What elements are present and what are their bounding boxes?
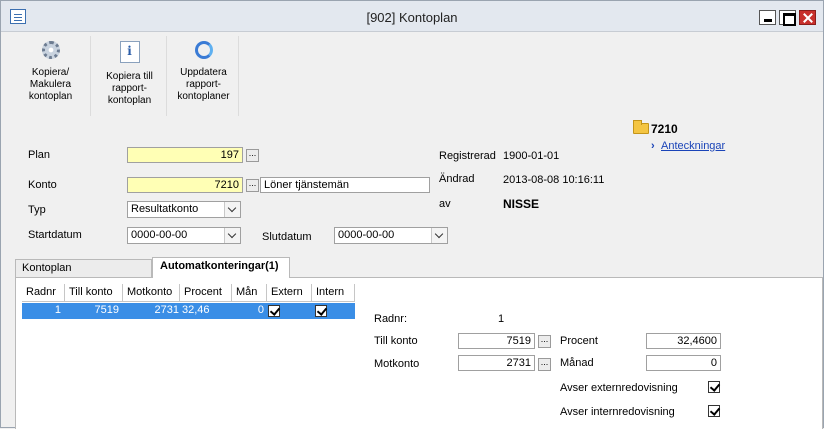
konto-name-input[interactable]: Löner tjänstemän [260, 177, 430, 193]
account-code: 7210 [651, 122, 678, 136]
registrerad-value: 1900-01-01 [503, 150, 560, 162]
tab-strip: Kontoplan Automatkonteringar(1) [15, 257, 823, 278]
close-button[interactable] [799, 10, 816, 25]
registrerad-label: Registrerad [439, 150, 496, 162]
info-document-icon [119, 41, 140, 63]
chevron-down-icon[interactable] [224, 202, 240, 217]
detail-motkonto-lookup-button[interactable]: ... [538, 358, 551, 371]
update-report-plans-label: Uppdatera rapport- kontoplaner [177, 67, 230, 102]
startdatum-picker[interactable]: 0000-00-00 [127, 227, 241, 244]
copy-void-plan-label: Kopiera/ Makulera kontoplan [28, 67, 73, 102]
chevron-down-icon[interactable] [431, 228, 447, 243]
typ-label: Typ [28, 204, 46, 216]
slutdatum-label: Slutdatum [262, 231, 312, 243]
detail-intern-label: Avser internredovisning [560, 406, 675, 418]
column-header-intern[interactable]: Intern [312, 284, 355, 302]
copy-to-report-plan-label: Kopiera till rapport- kontoplan [106, 71, 153, 106]
column-header-till-konto[interactable]: Till konto [65, 284, 123, 302]
tab-kontoplan[interactable]: Kontoplan [15, 259, 152, 278]
cell-till-konto: 7519 [94, 304, 119, 316]
extern-checkbox[interactable] [708, 381, 720, 393]
plan-label: Plan [28, 149, 51, 161]
detail-till-konto-label: Till konto [374, 335, 418, 347]
cell-extern-checkbox[interactable] [268, 305, 280, 317]
detail-motkonto-label: Motkonto [374, 358, 420, 370]
andrad-label: Ändrad [439, 173, 475, 185]
detail-motkonto-input[interactable]: 2731 [458, 355, 535, 371]
detail-extern-label: Avser externredovisning [560, 382, 678, 394]
gear-copy-icon [41, 41, 60, 59]
konto-input[interactable]: 7210 [127, 177, 243, 193]
minimize-button[interactable] [759, 10, 776, 25]
konto-lookup-button[interactable]: ... [246, 179, 259, 192]
chevron-right-icon: › [651, 140, 655, 152]
title-bar: [902] Kontoplan [1, 1, 823, 32]
detail-radnr-label: Radnr: [374, 313, 408, 325]
maximize-button[interactable] [779, 10, 796, 26]
konto-label: Konto [28, 179, 57, 191]
cell-procent: 32,46 [182, 304, 210, 316]
chevron-down-icon[interactable] [224, 228, 240, 243]
column-header-radnr[interactable]: Radnr [22, 284, 65, 302]
detail-till-konto-input[interactable]: 7519 [458, 333, 535, 349]
toolbar: Kopiera/ Makulera kontoplan Kopiera till… [1, 33, 823, 119]
window-title: [902] Kontoplan [366, 10, 458, 25]
cell-motkonto: 2731 [154, 304, 179, 316]
detail-procent-input[interactable]: 32,4600 [646, 333, 721, 349]
typ-select[interactable]: Resultatkonto [127, 201, 241, 218]
av-value: NISSE [503, 197, 540, 211]
tab-automatkonteringar[interactable]: Automatkonteringar(1) [152, 257, 290, 278]
typ-select-value: Resultatkonto [131, 203, 199, 215]
kontoplan-window: [902] Kontoplan Kopiera/ Makulera kontop… [0, 0, 824, 429]
detail-manad-label: Månad [560, 357, 594, 369]
plan-lookup-button[interactable]: ... [246, 149, 259, 162]
startdatum-value: 0000-00-00 [131, 229, 188, 241]
column-header-motkonto[interactable]: Motkonto [123, 284, 180, 302]
detail-till-konto-lookup-button[interactable]: ... [538, 335, 551, 348]
cell-man: 0 [257, 304, 264, 316]
cell-radnr: 1 [54, 304, 61, 316]
table-row[interactable]: 1 7519 2731 32,46 0 [22, 303, 355, 319]
detail-manad-input[interactable]: 0 [646, 355, 721, 371]
refresh-icon [194, 41, 213, 59]
copy-void-plan-button[interactable]: Kopiera/ Makulera kontoplan [11, 36, 91, 116]
slutdatum-value: 0000-00-00 [338, 229, 395, 241]
cell-intern-checkbox[interactable] [315, 305, 327, 317]
column-header-man[interactable]: Mån [232, 284, 267, 302]
column-header-extern[interactable]: Extern [267, 284, 312, 302]
copy-to-report-plan-button[interactable]: Kopiera till rapport- kontoplan [93, 36, 167, 116]
anteckningar-link[interactable]: Anteckningar [661, 140, 725, 152]
update-report-plans-button[interactable]: Uppdatera rapport- kontoplaner [169, 36, 239, 116]
column-header-procent[interactable]: Procent [180, 284, 232, 302]
detail-radnr-value: 1 [498, 313, 505, 325]
intern-checkbox[interactable] [708, 405, 720, 417]
grid-header: Radnr Till konto Motkonto Procent Mån Ex… [22, 284, 355, 302]
slutdatum-picker[interactable]: 0000-00-00 [334, 227, 448, 244]
startdatum-label: Startdatum [28, 229, 82, 241]
folder-icon [633, 120, 649, 134]
av-label: av [439, 198, 451, 210]
plan-input[interactable]: 197 [127, 147, 243, 163]
andrad-value: 2013-08-08 10:16:11 [503, 174, 605, 186]
detail-procent-label: Procent [560, 335, 598, 347]
